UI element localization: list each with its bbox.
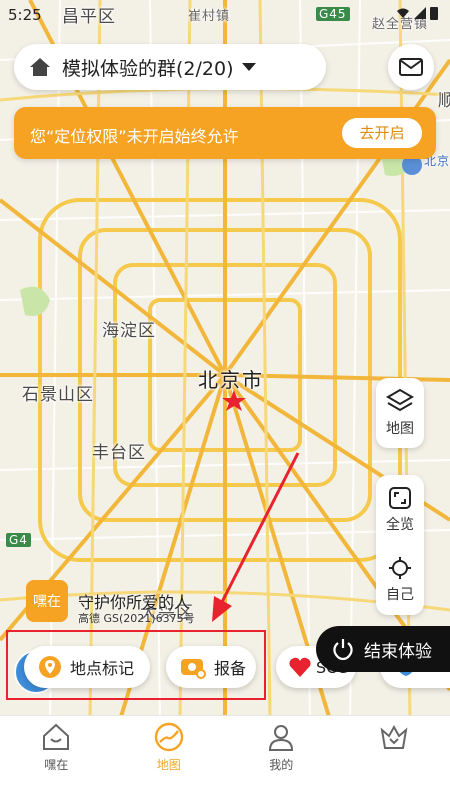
bottom-tab-bar: 嘿在 地图 我的	[0, 715, 450, 801]
locate-self-button[interactable]: 自己	[376, 545, 424, 615]
highlight-box	[6, 630, 266, 700]
map-label-haidian: 海淀区	[102, 316, 156, 341]
crown-icon	[379, 722, 409, 752]
fit-all-label: 全览	[386, 514, 414, 534]
tab-vip[interactable]	[338, 716, 450, 801]
signal-icon	[414, 7, 426, 19]
tab-label: 我的	[269, 756, 293, 773]
map-label-shunyi: 顺	[438, 86, 450, 111]
banner-text: 您“定位权限”未开启始终允许	[30, 123, 239, 147]
fullscreen-icon	[388, 486, 412, 510]
person-icon	[266, 722, 296, 752]
power-icon	[332, 638, 354, 660]
map-label-shijingshan: 石景山区	[22, 380, 94, 405]
mail-icon	[399, 58, 423, 76]
map-label-beijing: 北京市	[198, 364, 264, 393]
end-experience-label: 结束体验	[364, 637, 432, 662]
tab-label: 地图	[157, 756, 181, 773]
map-label-fengtai: 丰台区	[92, 438, 146, 463]
chevron-down-icon	[242, 62, 256, 72]
wifi-icon	[396, 7, 410, 19]
battery-icon	[430, 6, 438, 20]
heart-icon	[288, 656, 312, 678]
map-icon	[154, 722, 184, 752]
map-view-panel: 全览 自己	[376, 475, 424, 615]
brand-block: 嘿在 守护你所爱的人 高德 GS(2021)6375号	[26, 580, 190, 622]
map-layer-button[interactable]: 地图	[376, 378, 424, 448]
highway-g4-badge: G4	[6, 533, 31, 547]
app-logo: 嘿在	[26, 580, 68, 622]
group-title: 模拟体验的群(2/20)	[62, 54, 234, 81]
map-copyright: 高德 GS(2021)6375号	[78, 610, 195, 626]
tab-map[interactable]: 地图	[113, 716, 226, 801]
map-layer-panel: 地图	[376, 378, 424, 448]
house-icon	[41, 722, 71, 752]
enable-permission-button[interactable]: 去开启	[342, 118, 422, 148]
location-permission-banner: 您“定位权限”未开启始终允许 去开启	[14, 107, 436, 159]
map-layer-label: 地图	[386, 418, 414, 438]
home-icon	[28, 55, 52, 79]
layers-icon	[386, 388, 414, 414]
fit-all-button[interactable]: 全览	[376, 475, 424, 545]
end-experience-button[interactable]: 结束体验	[316, 626, 450, 672]
status-indicators	[396, 6, 442, 20]
status-bar: 5:25	[0, 0, 450, 28]
status-time: 5:25	[8, 6, 42, 24]
tab-mine[interactable]: 我的	[225, 716, 338, 801]
crosshair-icon	[388, 556, 412, 580]
locate-self-label: 自己	[386, 584, 414, 604]
message-button[interactable]	[388, 44, 434, 90]
tab-label: 嘿在	[44, 756, 68, 773]
group-selector[interactable]: 模拟体验的群(2/20)	[14, 44, 326, 90]
tab-heizai[interactable]: 嘿在	[0, 716, 113, 801]
